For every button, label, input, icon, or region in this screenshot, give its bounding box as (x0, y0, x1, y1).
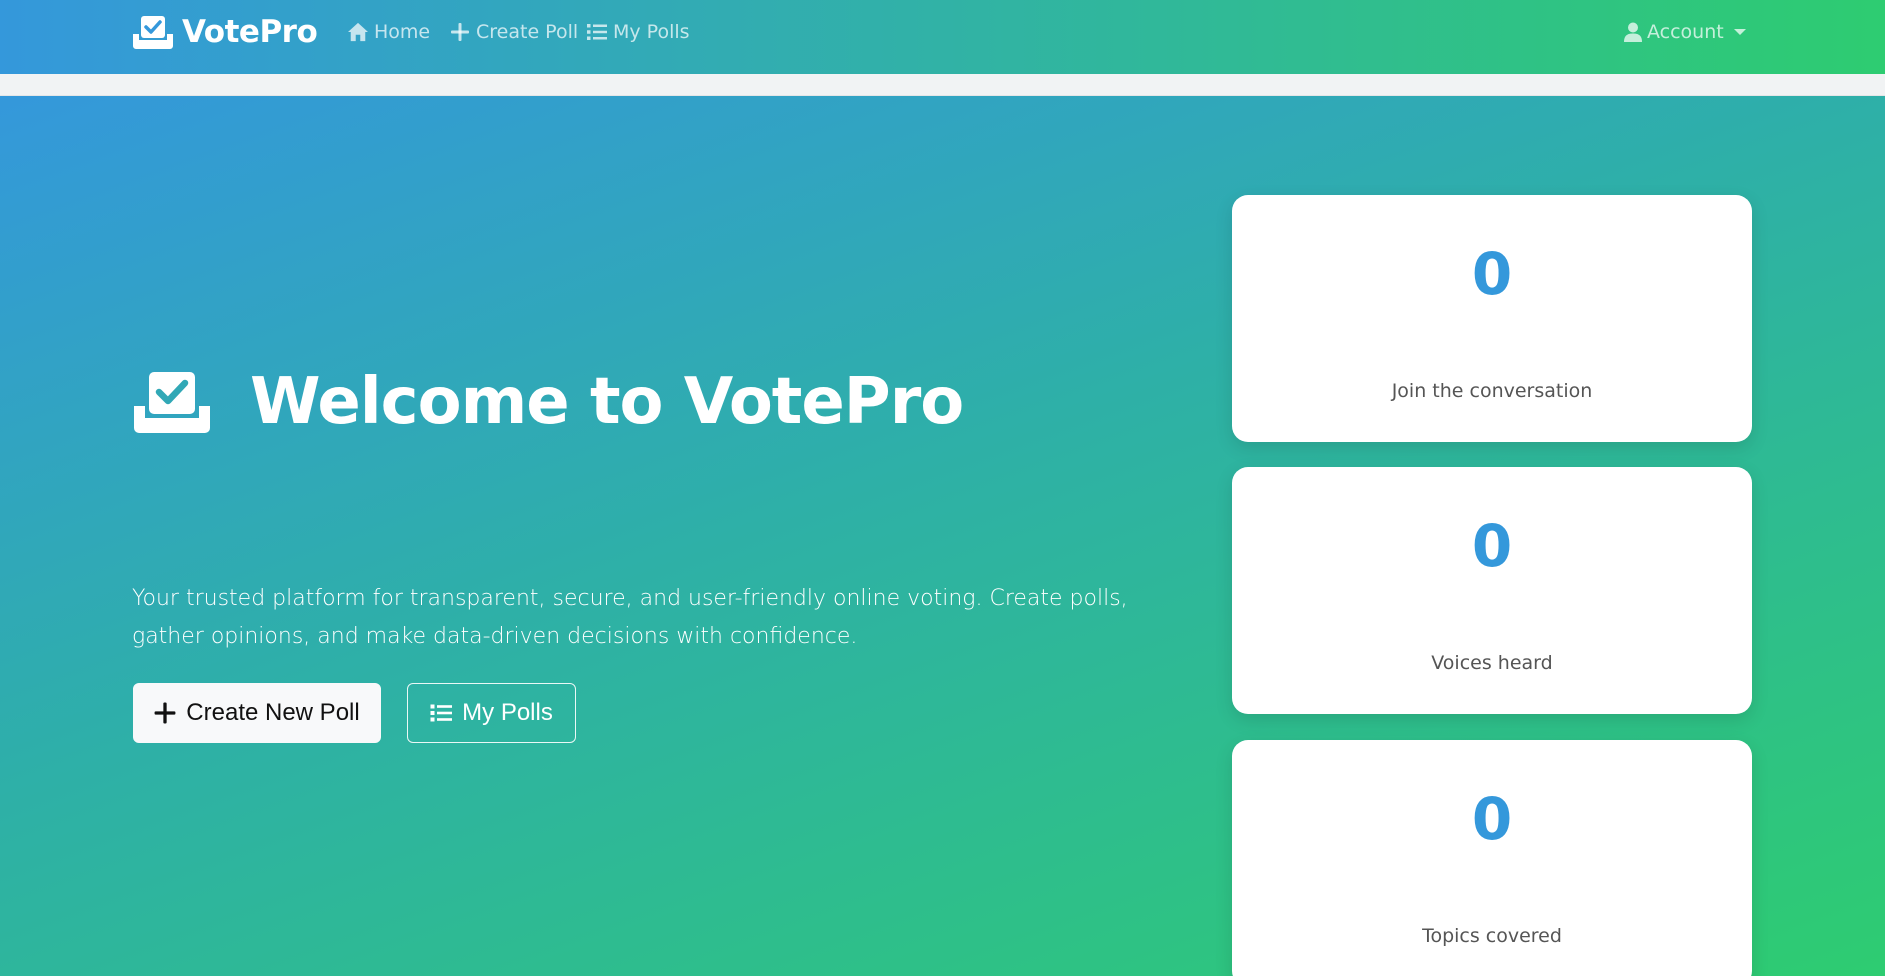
stat-value: 0 (1471, 785, 1513, 853)
nav-create-poll-label: Create Poll (476, 21, 579, 43)
ballot-check-icon (134, 372, 210, 433)
stat-label: Topics covered (1422, 925, 1562, 947)
hero-description: Your trusted platform for transparent, s… (132, 586, 1128, 649)
list-icon (587, 24, 607, 40)
stat-card: 0 Join the conversation (1232, 195, 1752, 442)
user-icon (1624, 22, 1642, 42)
ballot-check-icon (133, 16, 173, 49)
brand-link[interactable]: VotePro (132, 14, 318, 50)
page-title: Welcome to VotePro (250, 365, 964, 439)
navbar-divider-strip (0, 74, 1885, 96)
stat-label: Voices heard (1431, 652, 1553, 674)
nav-create-poll[interactable]: Create Poll (449, 20, 578, 44)
brand-name: VotePro (182, 14, 318, 50)
account-label: Account (1647, 21, 1724, 43)
stat-value: 0 (1471, 240, 1513, 308)
nav-home-label: Home (374, 21, 431, 43)
stat-label: Join the conversation (1391, 380, 1593, 402)
nav-home[interactable]: Home (347, 20, 430, 44)
list-icon (430, 704, 453, 722)
account-dropdown[interactable]: Account (1624, 20, 1746, 44)
home-icon (348, 22, 368, 42)
stat-card: 0 Voices heard (1232, 467, 1752, 714)
my-polls-label: My Polls (462, 699, 553, 726)
my-polls-button[interactable]: My Polls (407, 683, 576, 743)
nav-my-polls[interactable]: My Polls (586, 20, 690, 44)
chevron-down-icon (1733, 29, 1746, 35)
create-new-poll-button[interactable]: Create New Poll (133, 683, 381, 743)
navbar: VotePro Home Create Poll My Polls Accoun… (0, 0, 1885, 74)
stat-card: 0 Topics covered (1232, 740, 1752, 976)
plus-icon (451, 23, 469, 41)
stat-value: 0 (1471, 512, 1513, 580)
plus-icon (154, 702, 176, 724)
create-new-poll-label: Create New Poll (186, 699, 360, 726)
hero-heading: Welcome to VotePro (132, 365, 964, 439)
nav-my-polls-label: My Polls (613, 21, 690, 43)
